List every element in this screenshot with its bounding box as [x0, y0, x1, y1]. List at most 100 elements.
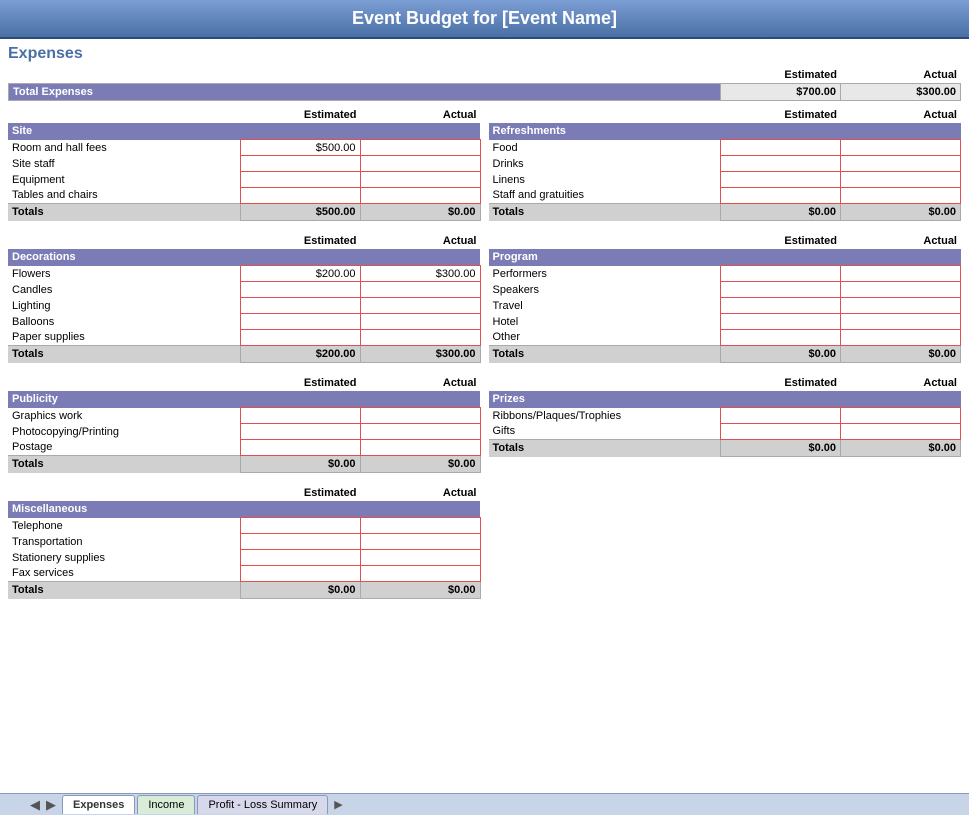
prog-estimated-header: Estimated — [721, 235, 841, 247]
value-cell-actual[interactable] — [841, 408, 961, 424]
value-cell-estimated[interactable] — [240, 298, 360, 314]
value-cell-estimated[interactable] — [240, 424, 360, 440]
item-label: Speakers — [489, 282, 721, 298]
item-label: Staff and gratuities — [489, 188, 721, 204]
value-cell-actual[interactable] — [360, 330, 480, 346]
nav-next-icon[interactable]: ▶ — [46, 797, 56, 813]
value-cell-estimated[interactable] — [721, 188, 841, 204]
value-cell-actual[interactable]: $300.00 — [360, 266, 480, 282]
value-cell-estimated[interactable] — [721, 330, 841, 346]
value-cell-actual[interactable] — [360, 424, 480, 440]
miscellaneous-table: Miscellaneous Telephone Transportation S… — [8, 501, 481, 599]
totals-estimated: $500.00 — [240, 204, 360, 221]
value-cell-estimated[interactable] — [240, 440, 360, 456]
totals-estimated: $200.00 — [240, 346, 360, 363]
value-cell-actual[interactable] — [360, 314, 480, 330]
program-table: Program Performers Speakers Travel — [489, 249, 962, 363]
value-cell-estimated[interactable] — [240, 518, 360, 534]
item-label: Site staff — [8, 156, 240, 172]
totals-label: Totals — [489, 204, 721, 221]
value-cell-actual[interactable] — [360, 408, 480, 424]
page-title: Event Budget for [Event Name] — [352, 8, 617, 28]
program-header-row: Program — [489, 249, 961, 266]
value-cell-actual[interactable] — [841, 424, 961, 440]
value-cell-estimated[interactable] — [721, 266, 841, 282]
value-cell-estimated[interactable] — [240, 566, 360, 582]
value-cell-estimated[interactable]: $200.00 — [240, 266, 360, 282]
value-cell-estimated[interactable] — [240, 172, 360, 188]
value-cell-estimated[interactable] — [721, 314, 841, 330]
table-row: Telephone — [8, 518, 480, 534]
summary-actual-header: Actual — [841, 69, 961, 81]
expenses-heading: Expenses — [8, 45, 961, 63]
value-cell-actual[interactable] — [841, 140, 961, 156]
table-row: Room and hall fees $500.00 — [8, 140, 480, 156]
value-cell-actual[interactable] — [360, 534, 480, 550]
decorations-section: Estimated Actual Decorations Flowers $20… — [8, 235, 481, 363]
value-cell-estimated[interactable] — [721, 408, 841, 424]
value-cell-estimated[interactable] — [721, 282, 841, 298]
value-cell-estimated[interactable]: $500.00 — [240, 140, 360, 156]
publicity-header-cell: Publicity — [8, 391, 480, 408]
value-cell-actual[interactable] — [360, 156, 480, 172]
miscellaneous-header-cell: Miscellaneous — [8, 501, 480, 518]
prizes-actual-header: Actual — [841, 377, 961, 389]
nav-prev-icon[interactable]: ◀ — [30, 797, 40, 813]
value-cell-estimated[interactable] — [240, 282, 360, 298]
value-cell-estimated[interactable] — [240, 408, 360, 424]
value-cell-estimated[interactable] — [240, 534, 360, 550]
item-label: Candles — [8, 282, 240, 298]
value-cell-estimated[interactable] — [721, 172, 841, 188]
tab-profit-loss[interactable]: Profit - Loss Summary — [197, 795, 328, 814]
site-section: Estimated Actual Site Room and hall fees… — [8, 109, 481, 221]
table-row: Graphics work — [8, 408, 480, 424]
value-cell-estimated[interactable] — [240, 314, 360, 330]
value-cell-estimated[interactable] — [240, 330, 360, 346]
value-cell-estimated[interactable] — [721, 156, 841, 172]
value-cell-actual[interactable] — [360, 188, 480, 204]
value-cell-actual[interactable] — [841, 188, 961, 204]
value-cell-estimated[interactable] — [721, 298, 841, 314]
value-cell-actual[interactable] — [841, 156, 961, 172]
value-cell-estimated[interactable] — [240, 156, 360, 172]
item-label: Ribbons/Plaques/Trophies — [489, 408, 721, 424]
value-cell-actual[interactable] — [841, 330, 961, 346]
totals-row: Totals $0.00 $0.00 — [489, 440, 961, 457]
site-estimated-header: Estimated — [241, 109, 361, 121]
totals-label: Totals — [8, 346, 240, 363]
tab-bar: ◀ ▶ Expenses Income Profit - Loss Summar… — [0, 793, 969, 815]
value-cell-actual[interactable] — [841, 282, 961, 298]
value-cell-estimated[interactable] — [240, 550, 360, 566]
value-cell-actual[interactable] — [360, 172, 480, 188]
prizes-header-cell: Prizes — [489, 391, 961, 408]
value-cell-actual[interactable] — [360, 550, 480, 566]
table-row: Lighting — [8, 298, 480, 314]
program-section: Estimated Actual Program Performers Spea… — [489, 235, 962, 363]
value-cell-actual[interactable] — [360, 518, 480, 534]
value-cell-actual[interactable] — [360, 440, 480, 456]
value-cell-actual[interactable] — [360, 140, 480, 156]
totals-estimated: $0.00 — [240, 582, 360, 599]
value-cell-actual[interactable] — [841, 314, 961, 330]
summary-estimated-header: Estimated — [721, 69, 841, 81]
table-row: Staff and gratuities — [489, 188, 961, 204]
value-cell-actual[interactable] — [360, 282, 480, 298]
tab-income[interactable]: Income — [137, 795, 195, 814]
tab-expenses[interactable]: Expenses — [62, 795, 135, 814]
value-cell-actual[interactable] — [841, 266, 961, 282]
value-cell-estimated[interactable] — [721, 424, 841, 440]
value-cell-estimated[interactable] — [240, 188, 360, 204]
item-label: Balloons — [8, 314, 240, 330]
item-label: Lighting — [8, 298, 240, 314]
value-cell-actual[interactable] — [841, 172, 961, 188]
tab-arrow-icon[interactable]: ▶ — [334, 798, 342, 811]
value-cell-actual[interactable] — [360, 566, 480, 582]
table-row: Other — [489, 330, 961, 346]
total-expenses-label: Total Expenses — [9, 84, 720, 100]
value-cell-actual[interactable] — [360, 298, 480, 314]
value-cell-actual[interactable] — [841, 298, 961, 314]
site-header-row: Site — [8, 123, 480, 140]
value-cell-estimated[interactable] — [721, 140, 841, 156]
totals-estimated: $0.00 — [721, 204, 841, 221]
totals-actual: $0.00 — [360, 204, 480, 221]
